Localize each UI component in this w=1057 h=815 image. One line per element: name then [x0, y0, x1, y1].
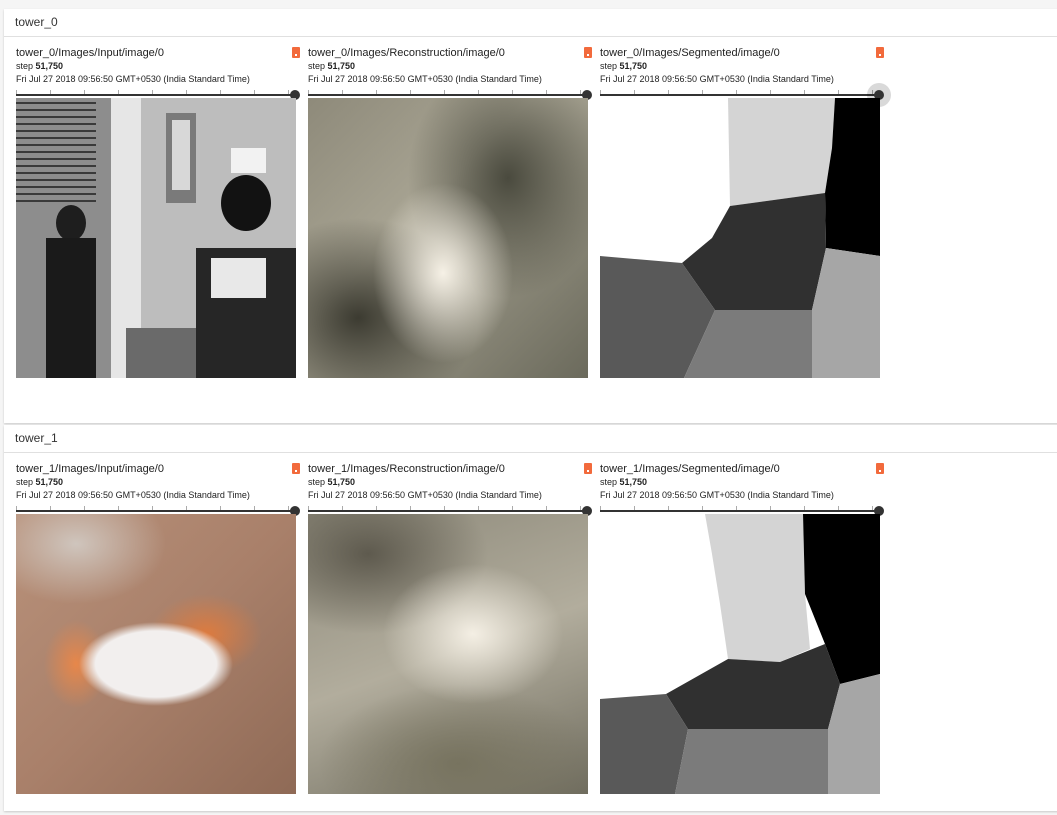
group-header[interactable]: tower_1 — [4, 425, 1057, 453]
menu-dot-icon[interactable] — [876, 463, 884, 474]
segmented-image — [600, 98, 880, 378]
menu-dot-icon[interactable] — [292, 463, 300, 474]
card-title: tower_1/Images/Reconstruction/image/0 — [308, 463, 505, 475]
menu-dot-icon[interactable] — [584, 47, 592, 58]
card-timestamp: Fri Jul 27 2018 09:56:50 GMT+0530 (India… — [600, 74, 834, 84]
reconstruction-image — [308, 514, 588, 794]
group-header[interactable]: tower_0 — [4, 9, 1057, 37]
input-image — [16, 98, 296, 378]
card-timestamp: Fri Jul 27 2018 09:56:50 GMT+0530 (India… — [600, 490, 834, 500]
segmented-image — [600, 514, 880, 794]
card-step: step 51,750 — [308, 477, 356, 487]
card-timestamp: Fri Jul 27 2018 09:56:50 GMT+0530 (India… — [16, 74, 250, 84]
card-timestamp: Fri Jul 27 2018 09:56:50 GMT+0530 (India… — [308, 74, 542, 84]
group-tower-0: tower_0 tower_0/Images/Input/image/0 ste… — [4, 9, 1057, 423]
card-title: tower_0/Images/Input/image/0 — [16, 47, 164, 59]
card-step: step 51,750 — [16, 477, 64, 487]
card-title: tower_1/Images/Input/image/0 — [16, 463, 164, 475]
card-step: step 51,750 — [600, 477, 648, 487]
card-title: tower_1/Images/Segmented/image/0 — [600, 463, 780, 475]
card-step: step 51,750 — [308, 61, 356, 71]
group-tower-1: tower_1 tower_1/Images/Input/image/0 ste… — [4, 425, 1057, 811]
menu-dot-icon[interactable] — [292, 47, 300, 58]
card-timestamp: Fri Jul 27 2018 09:56:50 GMT+0530 (India… — [16, 490, 250, 500]
card-step: step 51,750 — [16, 61, 64, 71]
menu-dot-icon[interactable] — [876, 47, 884, 58]
card-step: step 51,750 — [600, 61, 648, 71]
card-timestamp: Fri Jul 27 2018 09:56:50 GMT+0530 (India… — [308, 490, 542, 500]
reconstruction-image — [308, 98, 588, 378]
card-title: tower_0/Images/Reconstruction/image/0 — [308, 47, 505, 59]
input-image — [16, 514, 296, 794]
menu-dot-icon[interactable] — [584, 463, 592, 474]
card-title: tower_0/Images/Segmented/image/0 — [600, 47, 780, 59]
